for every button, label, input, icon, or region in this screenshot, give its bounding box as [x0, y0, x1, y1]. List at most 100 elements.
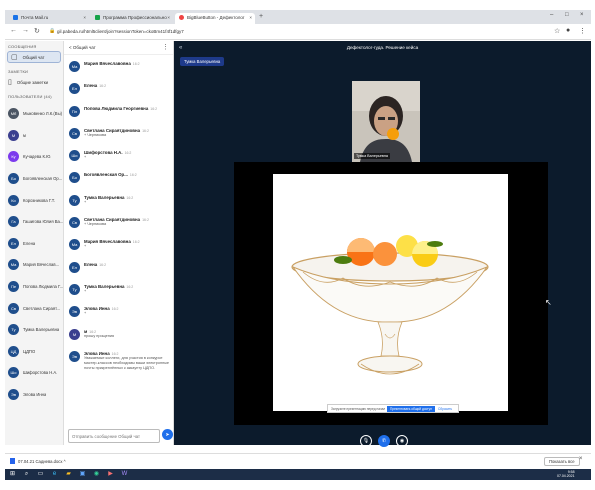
url-input[interactable]: gil.pabeda.ru/html5client/join?sessionTo… — [57, 29, 184, 34]
chrome-icon[interactable]: ◉ — [91, 470, 102, 479]
close-downloads-button[interactable]: × — [579, 456, 583, 462]
presentation-slide[interactable]: Загрузите презентацию перед началом През… — [273, 174, 508, 413]
task-view-icon[interactable]: ▭ — [35, 470, 46, 479]
user-list-item[interactable]: Пе Попова Людмила Г... — [5, 276, 63, 298]
app-icon[interactable]: ▶ — [105, 470, 116, 479]
show-all-button[interactable]: Показать все — [544, 457, 580, 466]
message-text: + Черникова — [84, 222, 107, 227]
avatar: Пе — [8, 281, 19, 293]
message-time: 16:2 — [99, 84, 107, 89]
folder-icon[interactable]: ▰ — [63, 470, 74, 479]
chat-message: Ши Шифорстова Н.А. 16:2 + — [64, 144, 173, 166]
avatar: Ма — [69, 239, 80, 251]
avatar: Эв — [8, 389, 19, 401]
webcam-person-image — [352, 81, 420, 162]
sidebar-item-shared-notes[interactable]: ▯ Общие заметки — [5, 76, 63, 88]
room-title: Дефектолог-гуда. Решение кейса — [346, 45, 419, 50]
edge-icon[interactable]: e — [49, 470, 60, 479]
notes-header: ЗАМЕТКИ — [8, 69, 29, 74]
avatar: Ку — [8, 151, 19, 163]
tab-bigbluebutton[interactable]: BigBlueButton - Дефектолог × — [175, 13, 255, 24]
account-icon[interactable]: ● — [566, 27, 570, 34]
message-author: Мария Вячеславовна — [84, 61, 131, 66]
avatar: Га — [8, 216, 19, 228]
new-tab-button[interactable]: + — [259, 13, 263, 20]
share-presentation-button[interactable]: Презентовать общий доступ — [387, 405, 435, 412]
chat-message: Эв Элова Инна 16:2 Уважаемые коллеги, для… — [64, 345, 173, 385]
camera-icon[interactable]: ◉ — [396, 435, 408, 447]
user-list-item[interactable]: Бо Богоявленская Ор... — [5, 168, 63, 190]
user-name: м — [23, 132, 26, 138]
tab-close-icon[interactable]: × — [249, 15, 252, 20]
chat-message: Эв Элова Инна 16:2 + — [64, 300, 173, 322]
message-time: 16:2 — [126, 195, 134, 200]
user-list-item[interactable]: Ко Корозникова Г.Т. — [5, 189, 63, 211]
user-list-item[interactable]: Мб Мыковенко Л.К.(Вы) — [5, 103, 63, 125]
message-time: 16:2 — [132, 62, 140, 66]
forward-button[interactable]: → — [22, 27, 29, 34]
user-list: Мб Мыковенко Л.К.(Вы) Мм Ку Кучадева К.Ю. Бо Б… — [5, 103, 63, 405]
message-text: + — [84, 288, 87, 293]
chevron-up-icon[interactable]: ^ — [64, 459, 66, 464]
search-icon[interactable]: ⌕ — [21, 470, 32, 479]
chat-message: Св Светлана Сираятдиновна 16:2 + Черникова — [64, 122, 173, 144]
user-list-item[interactable]: Га Гашигова Юлия Ва... — [5, 211, 63, 233]
user-name: Мыковенко Л.К.(Вы) — [23, 111, 63, 117]
back-button[interactable]: ← — [10, 27, 17, 34]
reload-button[interactable]: ↻ — [34, 27, 40, 35]
user-list-item[interactable]: Ма Мария Вячеслав... — [5, 254, 63, 276]
document-icon — [95, 15, 100, 20]
chat-message: Ел Елена 16:2 — [64, 256, 173, 278]
user-list-item[interactable]: ЦД ЦДПО — [5, 341, 63, 363]
reset-link[interactable]: Сбросить — [438, 407, 452, 411]
user-name: Мария Вячеслав... — [23, 262, 60, 268]
user-list-item[interactable]: Ку Кучадева К.Ю. — [5, 146, 63, 168]
message-author: Богоявленская Ор... — [84, 172, 128, 178]
user-list-item[interactable]: Мм — [5, 125, 63, 147]
presentation-area: « Дефектолог-гуда. Решение кейса Тумка В… — [174, 41, 591, 447]
word-icon[interactable]: W — [119, 470, 130, 479]
avatar: Ши — [69, 150, 80, 162]
user-list-item[interactable]: Шо Шифорстова Н.А. — [5, 362, 63, 384]
maximize-button[interactable]: □ — [565, 12, 569, 18]
tab-mail[interactable]: Почта Mail.ru × — [9, 13, 89, 24]
tab-close-icon[interactable]: × — [167, 15, 170, 20]
user-list-item[interactable]: Св Светлана Сираят... — [5, 297, 63, 319]
tab-program[interactable]: Программа Профессионально × — [91, 13, 173, 24]
message-author: Элова Инна — [84, 306, 110, 312]
user-name: Шифорстова Н.А. — [23, 370, 58, 376]
chat-message-input[interactable] — [68, 429, 160, 443]
message-author: Тумка Валерьевна — [84, 194, 125, 200]
message-time: 16:2 — [124, 151, 132, 156]
presenter-badge[interactable]: Тумка Валерьевна — [180, 57, 225, 66]
webcam-name-label: Тумка Валерьевна — [354, 153, 390, 159]
mic-icon[interactable]: 🎙 — [360, 435, 372, 447]
chat-message: Ма Мария Вячеславовна 16:2 — [64, 55, 173, 77]
system-clock[interactable]: 9:58 07.04.2021 — [557, 470, 575, 478]
minimize-button[interactable]: – — [550, 12, 553, 18]
store-icon[interactable]: ▣ — [77, 470, 88, 479]
tab-close-icon[interactable]: × — [83, 15, 86, 20]
user-list-item[interactable]: Эв Элова Инна — [5, 384, 63, 406]
upload-hint-text: Загрузите презентацию перед началом — [331, 406, 385, 411]
sidebar-item-public-chat[interactable]: ▢ Общий чат — [7, 51, 61, 63]
message-author: Шифорстова Н.А. — [84, 150, 123, 156]
address-bar: ← → ↻ 🔒 gil.pabeda.ru/html5client/join?s… — [5, 24, 591, 40]
chat-header[interactable]: < Общий чат ⋮ — [64, 41, 173, 55]
phone-icon[interactable]: ✆ — [378, 435, 390, 447]
message-text: Уважаемые коллеги, для участия в конкурс… — [84, 355, 170, 370]
close-window-button[interactable]: × — [580, 12, 584, 18]
download-item[interactable]: 07.04.21 Садиева.docx ^ — [10, 458, 66, 464]
chat-options-icon[interactable]: ⋮ — [162, 43, 169, 51]
avatar: Ту — [69, 283, 80, 295]
message-author: Мария Вячеславовна — [84, 239, 131, 245]
webcam-video[interactable]: Тумка Валерьевна — [352, 81, 420, 162]
star-icon[interactable]: ☆ — [554, 27, 560, 35]
users-header: ПОЛЬЗОВАТЕЛИ (44) — [8, 94, 52, 99]
mouse-cursor-icon: ↖ — [545, 298, 552, 307]
user-list-item[interactable]: Ел Елена — [5, 233, 63, 255]
send-button[interactable]: ➤ — [162, 429, 173, 440]
menu-icon[interactable]: ⋮ — [579, 27, 586, 35]
user-list-item[interactable]: Ту Тумка Валерьевна — [5, 319, 63, 341]
start-icon[interactable]: ⊞ — [7, 470, 18, 479]
